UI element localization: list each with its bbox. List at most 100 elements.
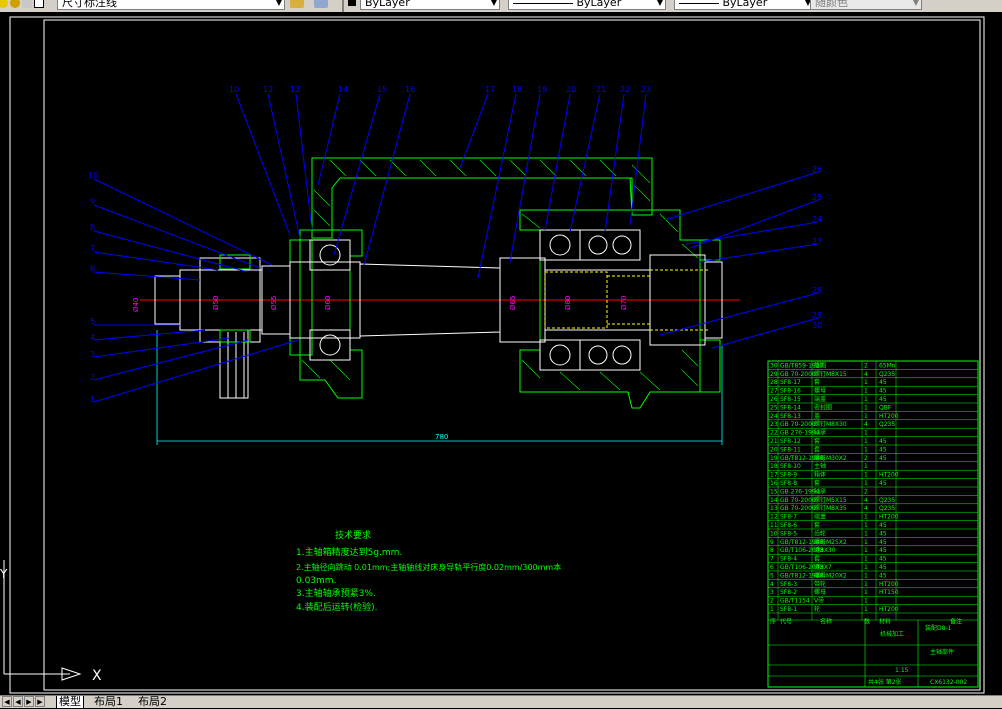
bom-cell: 15 [770,488,778,495]
bom-cell: 螺母M20X2 [814,571,847,579]
bom-cell: 4 [864,421,868,428]
bom-cell: 45 [879,455,887,462]
bom-cell: 27 [770,388,778,395]
bom-cell: 4 [864,497,868,504]
toolbar-separator [342,0,344,12]
bom-cell: SF8-13 [780,413,801,420]
layer-select[interactable]: ByLayer ▼ [360,0,500,10]
bom-cell: 螺钉M8X30 [814,420,847,428]
bom-cell: 螺母M25X2 [814,538,847,546]
plot-style-select[interactable]: 随颜色 ▼ [810,0,922,10]
lineweight-select[interactable]: ByLayer ▼ [674,0,814,10]
title-block-scale: 1:15 [895,667,909,674]
bom-cell: 1 [864,522,868,529]
text-style-select[interactable]: 尺寸标注线 ▼ [57,0,285,10]
bom-cell: Q235 [879,497,895,504]
tech-requirements-lines: 1.主轴箱精度达到5g.mm. 2.主轴径向跳动 0.01mm;主轴轴线对床身导… [296,546,561,613]
balloon-numbers-top: 10 12 13 14 15 16 17 18 19 20 21 22 23 [229,85,651,94]
bom-cell: 1 [864,472,868,479]
svg-text:4.装配后运转(检验).: 4.装配后运转(检验). [296,601,377,613]
svg-text:25: 25 [812,193,822,202]
linetype-select[interactable]: ByLayer ▼ [508,0,666,10]
bom-cell: 45 [879,396,887,403]
svg-text:3: 3 [90,350,95,359]
bom-cell: SF8-7 [780,514,797,521]
layer-bulb-icon[interactable] [0,0,8,8]
color-swatch-icon[interactable] [348,0,356,6]
bom-cell: SF8-14 [780,404,801,411]
svg-text:12: 12 [263,85,273,94]
bom-cell: 轴承 [814,429,826,437]
bom-cell: 65Mn [879,362,896,369]
bom-header-cell: 名称 [820,617,832,625]
bom-cell: HT200 [879,472,899,479]
bom-cell: 30 [770,362,778,369]
bom-cell: 键8X7 [814,563,832,571]
bom-header-cell: 备注 [950,617,962,625]
bom-cell: HT200 [879,514,899,521]
svg-text:29: 29 [812,311,822,320]
bom-table: 30 GB/T859-1987垫圈 2 65Mn29 GB 70-2000螺钉M8X15… [767,360,979,688]
bom-cell: 1 [864,598,868,605]
bom-cell: 1 [864,547,868,554]
layout-tabs-bar: ◀ ◀ ▶ ▶ 模型 布局1 布局2 [0,695,1002,709]
next-tab-button[interactable]: ▶ [24,696,34,707]
bom-cell: 套 [814,378,820,386]
bom-cell: 25 [770,404,778,411]
tab-layout1[interactable]: 布局1 [92,696,125,708]
layer-lock-icon[interactable] [22,0,32,8]
bom-cell: 4 [770,581,774,588]
first-tab-button[interactable]: ◀ [2,696,12,707]
bom-cell: 1 [864,404,868,411]
bom-cell: 11 [770,522,778,529]
bom-cell: 带轮 [814,580,826,588]
bom-header-cell: 代号 [780,617,792,625]
bom-cell: 8 [770,547,774,554]
svg-text:Ø65: Ø65 [509,296,517,310]
ucs-x-label: X [92,668,102,684]
bom-cell: 1 [864,539,868,546]
bom-cell: SF8-12 [780,438,801,445]
svg-text:14: 14 [338,85,348,94]
bom-cell: 26 [770,396,778,403]
bom-cell: SF8-3 [780,581,797,588]
bom-cell: 螺母 [814,588,826,596]
title-block-company: 机械加工 [880,630,904,638]
bom-cell: 2 [864,362,868,369]
svg-text:15: 15 [377,85,387,94]
layer-color-icon[interactable] [34,0,44,8]
svg-text:13: 13 [290,85,300,94]
svg-text:2: 2 [90,373,95,382]
bom-cell: SF8-4 [780,556,797,563]
svg-text:5: 5 [90,317,95,326]
linetype-sample-line [513,2,573,4]
bom-cell: 24 [770,413,778,420]
chevron-down-icon: ▼ [656,0,663,7]
bom-cell: 45 [879,572,887,579]
prev-tab-button[interactable]: ◀ [13,696,23,707]
tab-layout2[interactable]: 布局2 [136,696,169,708]
outer-sheet-border [9,16,985,694]
svg-text:28: 28 [812,286,822,295]
chevron-down-icon: ▼ [275,0,282,7]
bom-cell: 1 [864,572,868,579]
drawing-canvas[interactable]: 780 Ø40 Ø50 Ø55 Ø60 Ø65 Ø80 Ø70 10 12 13… [0,12,1002,695]
bom-cell: 螺钉M5X15 [814,496,847,504]
bom-cell: 2 [770,598,774,605]
dimension-lines [156,330,723,445]
layer-manager-icon[interactable] [290,0,304,8]
bom-cell: 4 [864,505,868,512]
layer-sun-icon[interactable] [10,0,20,8]
bom-cell: 端盖 [814,395,826,403]
bom-cell: 1 [864,514,868,521]
layer-value: ByLayer [365,0,410,9]
layer-state-icon[interactable] [314,0,328,8]
svg-text:3.主轴轴承预紧3%.: 3.主轴轴承预紧3%. [296,587,376,599]
svg-text:18: 18 [512,85,522,94]
svg-text:Ø80: Ø80 [564,296,572,310]
cad-drawing: 780 Ø40 Ø50 Ø55 Ø60 Ø65 Ø80 Ø70 10 12 13… [0,16,985,694]
ucs-y-label: Y [0,567,8,581]
last-tab-button[interactable]: ▶ [35,696,45,707]
bom-cell: 9 [770,539,774,546]
tab-model[interactable]: 模型 [56,696,84,709]
